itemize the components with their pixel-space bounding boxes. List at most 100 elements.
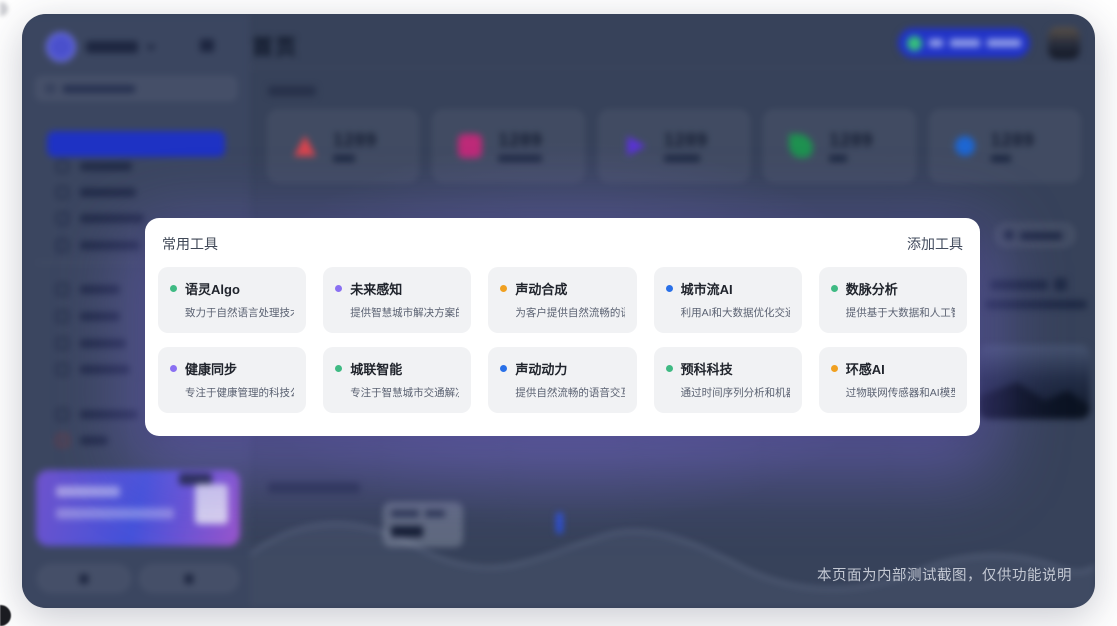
status-dot-icon (907, 36, 922, 51)
sidebar-footer-button[interactable] (140, 565, 238, 592)
search-placeholder-skeleton (63, 85, 135, 93)
add-tool-button[interactable]: 添加工具 (907, 234, 963, 254)
tooltip-text-skeleton (425, 510, 445, 517)
tool-description: 提供基于大数据和人工智能... (846, 305, 955, 320)
stats-section-label-skeleton (268, 86, 316, 96)
tool-description: 专注于健康管理的科技公司... (185, 385, 294, 400)
menu-label-skeleton (80, 312, 120, 321)
menu-label-skeleton (80, 214, 144, 223)
menu-label-skeleton (80, 285, 120, 294)
tool-description: 提供智慧城市解决方案的创... (350, 305, 459, 320)
tool-description: 为客户提供自然流畅的语音... (515, 305, 624, 320)
tool-status-dot (500, 365, 507, 372)
tool-description: 专注于智慧城市交通解决方... (350, 385, 459, 400)
stat-value: 1289 (991, 131, 1035, 149)
trend-icon (789, 134, 813, 158)
tool-card[interactable]: 健康同步 专注于健康管理的科技公司... (158, 347, 306, 413)
sidebar-collapse-icon[interactable] (200, 39, 214, 52)
stat-value: 1289 (498, 131, 542, 149)
sidebar-footer-button[interactable] (38, 565, 130, 592)
brand-name-skeleton (86, 41, 138, 53)
play-icon (624, 134, 648, 158)
menu-icon (56, 212, 69, 225)
footer-button-icon (185, 574, 194, 584)
stat-card: 1289 (930, 110, 1080, 182)
search-icon (46, 84, 55, 93)
tool-status-dot (335, 365, 342, 372)
tool-name: 预科科技 (681, 359, 733, 378)
tool-grid: 语灵Algo 致力于自然语言处理技术的... 未来感知 提供智慧城市解决方案的创… (145, 267, 980, 413)
menu-label-skeleton (80, 241, 140, 250)
menu-label-skeleton (80, 436, 108, 445)
sidebar-search-input[interactable] (36, 77, 236, 100)
tool-name: 健康同步 (185, 359, 237, 378)
tool-card[interactable]: 城市流AI 利用AI和大数据优化交通流... (654, 267, 802, 333)
promo-qr-code (195, 484, 228, 524)
chart-marker (556, 512, 563, 534)
tool-description: 提供自然流畅的语音交互解... (515, 385, 624, 400)
tool-status-dot (831, 285, 838, 292)
tool-card[interactable]: 声动合成 为客户提供自然流畅的语音... (488, 267, 636, 333)
tool-status-dot (831, 365, 838, 372)
sidebar-item-logout[interactable] (22, 434, 250, 448)
right-panel-image[interactable] (978, 345, 1090, 419)
tool-name: 城联智能 (350, 359, 402, 378)
menu-icon (56, 186, 69, 199)
app-logo (46, 32, 76, 62)
stat-label-skeleton (991, 155, 1011, 162)
header-cta-button[interactable] (898, 28, 1030, 58)
promo-subtitle-skeleton (56, 508, 174, 519)
stat-label-skeleton (333, 155, 355, 162)
tool-card[interactable]: 数脉分析 提供基于大数据和人工智能... (819, 267, 967, 333)
tool-card[interactable]: 城联智能 专注于智慧城市交通解决方... (323, 347, 471, 413)
stat-label-skeleton (829, 155, 847, 162)
stat-card: 1289 (599, 110, 749, 182)
app-window: 首页 1289 1289 1289 1289 (22, 14, 1095, 608)
tool-status-dot (500, 285, 507, 292)
stat-value: 1289 (664, 131, 708, 149)
menu-icon (56, 239, 69, 252)
tool-card[interactable]: 未来感知 提供智慧城市解决方案的创... (323, 267, 471, 333)
tool-name: 数脉分析 (846, 279, 898, 298)
stat-card: 1289 (268, 110, 418, 182)
right-panel-button[interactable] (995, 223, 1075, 247)
tool-name: 语灵Algo (185, 279, 240, 298)
tool-name: 城市流AI (681, 279, 733, 298)
dot-icon (955, 136, 975, 156)
user-avatar[interactable] (1048, 27, 1080, 59)
menu-label-skeleton (80, 365, 130, 374)
sidebar-item[interactable] (22, 160, 250, 174)
footer-button-icon (80, 574, 89, 584)
chevron-down-icon[interactable] (146, 45, 156, 51)
chart-section-label-skeleton (268, 482, 360, 493)
menu-label-skeleton (80, 162, 132, 171)
promo-title-skeleton (56, 486, 120, 497)
tool-status-dot (170, 285, 177, 292)
edge-artifact (0, 2, 8, 16)
sidebar-item[interactable] (22, 186, 250, 200)
tool-card[interactable]: 预科科技 通过时间序列分析和机器学... (654, 347, 802, 413)
tool-card[interactable]: 环感AI 过物联网传感器和AI模型实... (819, 347, 967, 413)
page-title: 首页 (252, 31, 298, 61)
menu-icon (56, 408, 69, 421)
tool-card[interactable]: 声动动力 提供自然流畅的语音交互解... (488, 347, 636, 413)
chart-tooltip (383, 502, 463, 547)
right-panel-icon (1054, 278, 1067, 291)
tool-card[interactable]: 语灵Algo 致力于自然语言处理技术的... (158, 267, 306, 333)
menu-label-skeleton (80, 188, 136, 197)
tool-description: 致力于自然语言处理技术的... (185, 305, 294, 320)
cta-text-skeleton (987, 39, 1021, 47)
stat-label-skeleton (498, 155, 542, 162)
stat-label-skeleton (664, 155, 700, 162)
tool-name: 环感AI (846, 359, 885, 378)
tool-name: 声动合成 (515, 279, 567, 298)
promo-card[interactable] (36, 470, 240, 546)
header-divider (250, 67, 1095, 68)
stats-row: 1289 1289 1289 1289 1289 (268, 110, 1080, 182)
footer-disclaimer: 本页面为内部测试截图，仅供功能说明 (817, 564, 1072, 585)
line-chart (250, 494, 1095, 608)
sidebar-item-active[interactable] (47, 131, 225, 157)
flag-icon (458, 134, 482, 158)
logout-icon (56, 434, 69, 447)
edge-artifact (0, 605, 11, 626)
